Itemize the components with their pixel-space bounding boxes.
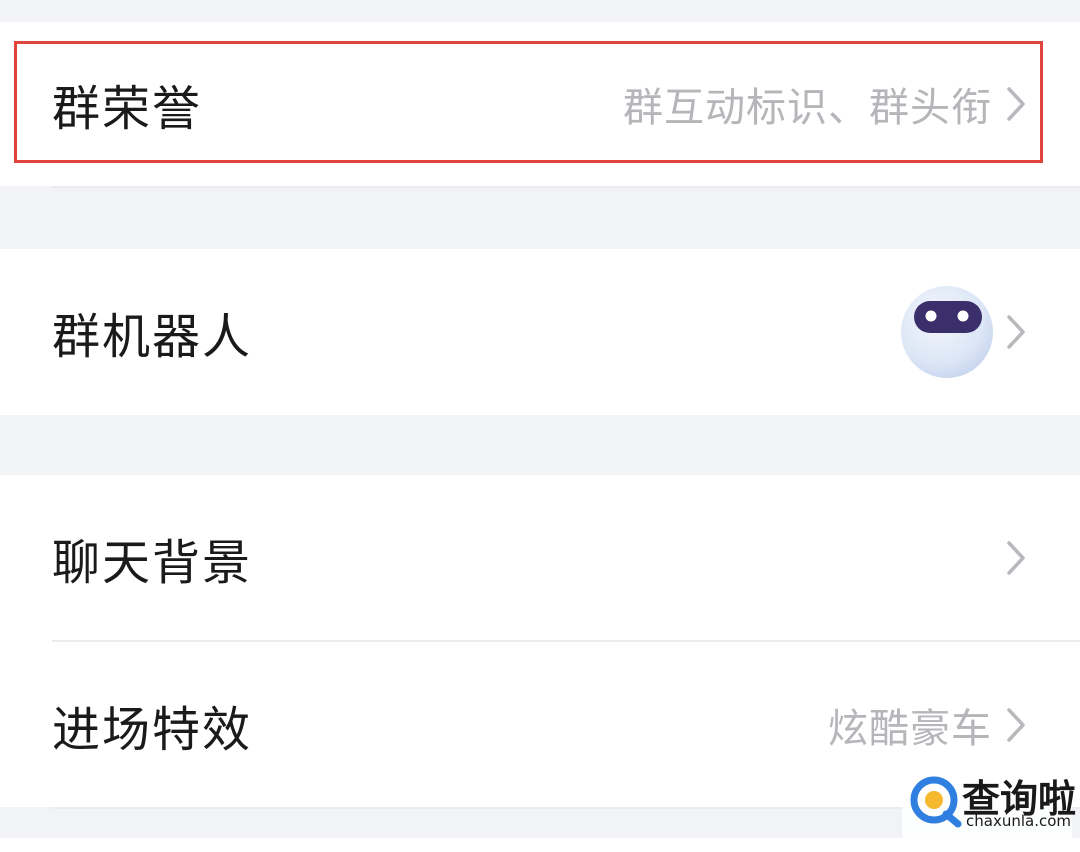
site-watermark: 查询啦 chaxunla.com: [902, 764, 1076, 844]
robot-avatar-icon: [901, 286, 993, 378]
chevron-right-icon: [1007, 315, 1025, 349]
group-robot-row[interactable]: 群机器人: [0, 249, 1080, 415]
entry-effect-value: 炫酷豪车: [828, 706, 992, 752]
chat-background-label: 聊天背景: [52, 535, 253, 591]
chevron-right-icon: [1007, 541, 1025, 575]
entry-effect-label: 进场特效: [52, 702, 253, 758]
magnifier-logo-icon: [910, 776, 962, 828]
group-settings-page: 群荣誉 群互动标识、群头衔 群机器人 聊天背景 进场特效 炫酷豪车 查询啦 ch…: [0, 0, 1080, 852]
chevron-right-icon: [1007, 708, 1025, 742]
row-divider: [52, 186, 1080, 188]
highlight-annotation-box: [14, 41, 1043, 163]
group-robot-label: 群机器人: [52, 309, 253, 365]
watermark-domain: chaxunla.com: [966, 812, 1071, 830]
chat-background-row[interactable]: 聊天背景: [0, 475, 1080, 641]
settings-group-appearance: 聊天背景 进场特效 炫酷豪车: [0, 475, 1080, 807]
settings-group-robot: 群机器人: [0, 249, 1080, 415]
